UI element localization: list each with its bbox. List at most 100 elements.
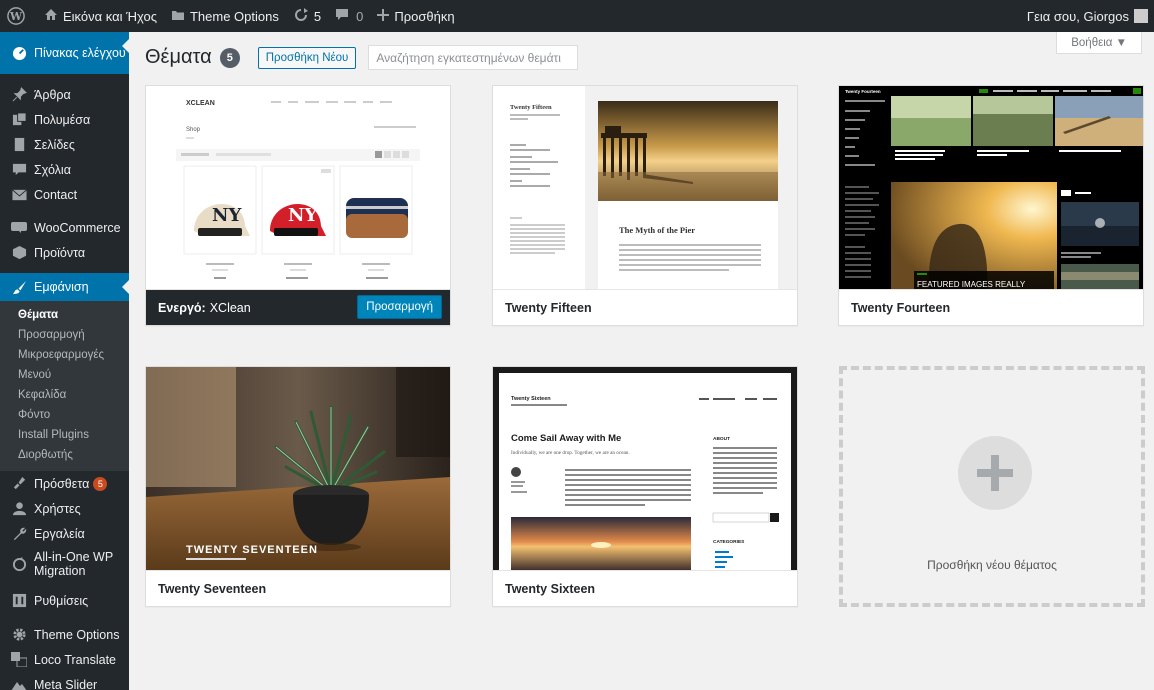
sidebar-item-theme-options[interactable]: Theme Options xyxy=(0,622,129,647)
page-header: Θέματα 5 Προσθήκη Νέου xyxy=(145,45,579,70)
submenu-item-themes[interactable]: Θέματα xyxy=(0,305,129,325)
products-icon xyxy=(11,245,27,261)
theme-screenshot: Twenty Fifteen The Myth of the Pier xyxy=(493,86,797,290)
help-tab-button[interactable]: Βοήθεια ▼ xyxy=(1056,32,1142,54)
theme-name: Twenty Seventeen xyxy=(146,570,450,606)
sidebar-item-tools[interactable]: Εργαλεία xyxy=(0,521,129,546)
mail-icon xyxy=(11,187,27,203)
t16-post-excerpt: Individually, we are one drop. Together,… xyxy=(511,450,630,456)
main-content: Βοήθεια ▼ Θέματα 5 Προσθήκη Νέου XCLEAN … xyxy=(129,32,1154,690)
users-icon xyxy=(11,501,27,517)
sidebar-item-migration[interactable]: All-in-One WP Migration xyxy=(0,546,129,582)
settings-icon xyxy=(11,593,27,609)
submenu-item-customize[interactable]: Προσαρμογή xyxy=(0,325,129,345)
account-menu[interactable]: Γεια σου, Giorgos xyxy=(1020,0,1154,32)
plus-icon xyxy=(377,8,394,24)
tf-post-title: The Myth of the Pier xyxy=(619,225,695,235)
sidebar-item-comments[interactable]: Σχόλια xyxy=(0,157,129,182)
svg-text:W: W xyxy=(9,10,23,23)
search-themes-input[interactable] xyxy=(368,45,579,70)
translate-icon xyxy=(11,652,27,668)
xclean-shop-heading: Shop xyxy=(186,127,201,133)
wrench-icon xyxy=(11,526,27,542)
sidebar-item-plugins[interactable]: Πρόσθετα 5 xyxy=(0,471,129,496)
add-new-theme-button[interactable]: Προσθήκη Νέου xyxy=(257,46,357,69)
sidebar-item-media[interactable]: Πολυμέσα xyxy=(0,107,129,132)
theme-screenshot: Twenty Sixteen Come Sail Away with Me In… xyxy=(493,367,797,571)
sidebar-item-contact[interactable]: Contact xyxy=(0,182,129,207)
admin-bar: W Εικόνα και Ήχος Theme Options 5 0 Προσ… xyxy=(0,0,1154,32)
theme-name: XClean xyxy=(209,300,251,315)
theme-screenshot: Twenty Fourteen FEATURED IMAGES REALLY xyxy=(839,86,1143,290)
appearance-submenu: Θέματα Προσαρμογή Μικροεφαρμογές Μενού Κ… xyxy=(0,301,129,471)
submenu-item-install-plugins[interactable]: Install Plugins xyxy=(0,425,129,445)
wordpress-logo-icon[interactable]: W xyxy=(0,0,37,32)
t16-categories-heading: CATEGORIES xyxy=(713,539,745,545)
plus-icon xyxy=(958,436,1032,510)
comment-icon xyxy=(335,8,354,24)
sidebar-item-settings[interactable]: Ρυθμίσεις xyxy=(0,588,129,613)
plugin-icon xyxy=(11,476,27,492)
active-label: Ενεργό: xyxy=(158,300,206,315)
theme-name: Twenty Fourteen xyxy=(839,289,1143,325)
comments-link[interactable]: 0 xyxy=(328,0,370,32)
gear-icon xyxy=(11,627,27,643)
admin-sidebar: Πίνακας ελέγχου Άρθρα Πολυμέσα Σελίδες Σ… xyxy=(0,32,129,690)
sidebar-item-users[interactable]: Χρήστες xyxy=(0,496,129,521)
folder-icon xyxy=(171,9,190,24)
t4-site-title: Twenty Fourteen xyxy=(845,89,881,94)
pages-icon xyxy=(11,137,27,153)
t17-site-title: TWENTY SEVENTEEN xyxy=(186,544,318,556)
theme-card-twenty-sixteen[interactable]: Twenty Sixteen Come Sail Away with Me In… xyxy=(492,366,798,607)
sidebar-item-appearance[interactable]: Εμφάνιση xyxy=(0,273,129,301)
migration-icon xyxy=(11,556,27,572)
submenu-item-widgets[interactable]: Μικροεφαρμογές xyxy=(0,345,129,365)
t16-about-heading: ABOUT xyxy=(713,436,730,442)
new-content-link[interactable]: Προσθήκη xyxy=(370,0,461,32)
submenu-item-background[interactable]: Φόντο xyxy=(0,405,129,425)
sidebar-item-posts[interactable]: Άρθρα xyxy=(0,82,129,107)
theme-count-badge: 5 xyxy=(219,47,240,68)
comment-icon xyxy=(11,162,27,178)
tf-site-title: Twenty Fifteen xyxy=(510,104,552,111)
theme-card-twenty-seventeen[interactable]: TWENTY SEVENTEEN Twenty Seventeen xyxy=(145,366,451,607)
submenu-item-menus[interactable]: Μενού xyxy=(0,365,129,385)
svg-text:NY: NY xyxy=(212,205,242,226)
add-new-theme-card[interactable]: Προσθήκη νέου θέματος xyxy=(839,366,1145,607)
home-icon xyxy=(44,8,63,24)
submenu-item-header[interactable]: Κεφαλίδα xyxy=(0,385,129,405)
svg-text:NY: NY xyxy=(288,205,318,226)
page-title: Θέματα xyxy=(145,46,212,68)
plugins-update-badge: 5 xyxy=(93,476,108,491)
sidebar-item-loco-translate[interactable]: Loco Translate xyxy=(0,647,129,672)
theme-name: Twenty Fifteen xyxy=(493,289,797,325)
t16-site-title: Twenty Sixteen xyxy=(511,396,551,402)
sidebar-item-woocommerce[interactable]: WooCommerce xyxy=(0,215,129,240)
theme-name: Twenty Sixteen xyxy=(493,570,797,606)
submenu-item-editor[interactable]: Διορθωτής xyxy=(0,445,129,465)
theme-card-twenty-fourteen[interactable]: Twenty Fourteen FEATURED IMAGES REALLY T… xyxy=(838,85,1144,326)
theme-options-link[interactable]: Theme Options xyxy=(164,0,286,32)
t16-post-title: Come Sail Away with Me xyxy=(511,433,621,444)
paintbrush-icon xyxy=(11,279,27,295)
theme-card-twenty-fifteen[interactable]: Twenty Fifteen The Myth of the Pier Twen… xyxy=(492,85,798,326)
updates-icon xyxy=(293,7,314,25)
mountain-icon xyxy=(11,677,27,690)
sidebar-item-dashboard[interactable]: Πίνακας ελέγχου xyxy=(0,32,129,74)
active-theme-bar: Ενεργό: XClean Προσαρμογή xyxy=(146,289,450,325)
t4-featured-title: FEATURED IMAGES REALLY xyxy=(917,280,1026,289)
theme-screenshot: XCLEAN Shop NY NY xyxy=(146,86,450,290)
sidebar-item-products[interactable]: Προϊόντα xyxy=(0,240,129,265)
avatar xyxy=(1134,9,1148,23)
customize-button[interactable]: Προσαρμογή xyxy=(357,295,442,319)
media-icon xyxy=(11,112,27,128)
xclean-logo: XCLEAN xyxy=(186,100,215,107)
sidebar-item-meta-slider[interactable]: Meta Slider xyxy=(0,672,129,690)
site-name-link[interactable]: Εικόνα και Ήχος xyxy=(37,0,164,32)
updates-link[interactable]: 5 xyxy=(286,0,328,32)
sidebar-item-pages[interactable]: Σελίδες xyxy=(0,132,129,157)
pin-icon xyxy=(11,87,27,103)
woocommerce-icon xyxy=(11,220,27,236)
add-new-theme-label: Προσθήκη νέου θέματος xyxy=(927,558,1057,572)
theme-card-xclean[interactable]: XCLEAN Shop NY NY Ενεργό: XClean Προσαρμ… xyxy=(145,85,451,326)
